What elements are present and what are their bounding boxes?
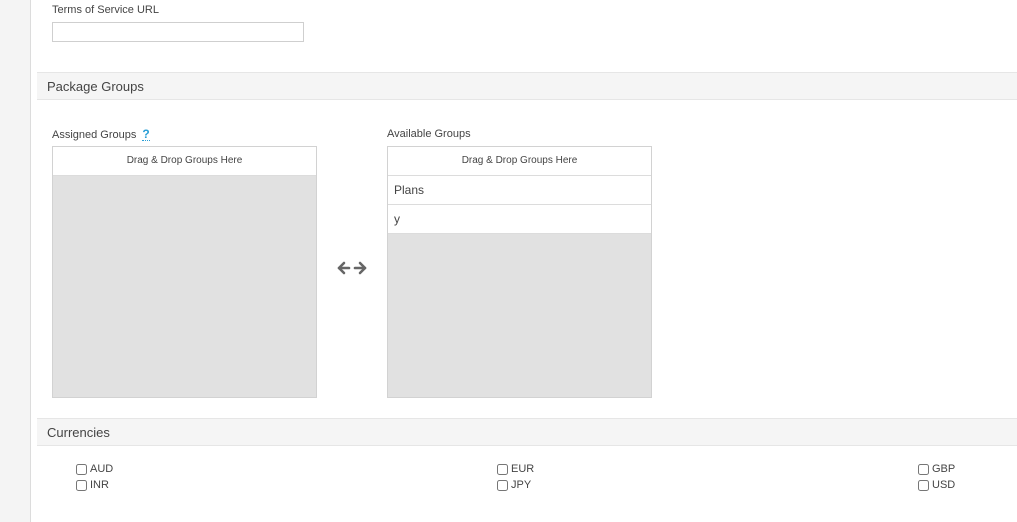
assigned-groups-dropzone[interactable]: Drag & Drop Groups Here: [52, 146, 317, 398]
currency-checkbox-gbp[interactable]: [918, 463, 929, 475]
currency-checkbox-aud[interactable]: [76, 463, 87, 475]
currency-checkbox-inr[interactable]: [76, 479, 87, 491]
assigned-groups-label-text: Assigned Groups: [52, 129, 137, 141]
left-rail: [0, 0, 31, 522]
terms-of-service-url-input[interactable]: [52, 22, 304, 42]
currencies-section-header: Currencies: [37, 418, 1017, 446]
currency-label-eur: EUR: [511, 463, 535, 475]
help-icon[interactable]: ?: [142, 128, 150, 141]
currency-label-jpy: JPY: [511, 479, 532, 491]
currency-option-eur[interactable]: EUR: [497, 463, 534, 475]
currency-label-inr: INR: [90, 479, 109, 491]
group-item-y[interactable]: y: [388, 205, 651, 234]
currencies-title: Currencies: [47, 425, 110, 440]
currency-option-gbp[interactable]: GBP: [918, 463, 955, 475]
assigned-drop-hint: Drag & Drop Groups Here: [53, 147, 316, 176]
currency-checkbox-eur[interactable]: [497, 463, 508, 475]
available-groups-dropzone[interactable]: Drag & Drop Groups Here Plans y: [387, 146, 652, 398]
currency-label-aud: AUD: [90, 463, 114, 475]
terms-of-service-label: Terms of Service URL: [52, 4, 159, 16]
package-groups-section-header: Package Groups: [37, 72, 1017, 100]
currency-option-usd[interactable]: USD: [918, 479, 955, 491]
available-groups-label: Available Groups: [387, 128, 471, 140]
currency-label-usd: USD: [932, 479, 956, 491]
currency-checkbox-usd[interactable]: [918, 479, 929, 491]
currency-option-inr[interactable]: INR: [76, 479, 109, 491]
currency-option-jpy[interactable]: JPY: [497, 479, 531, 491]
currency-option-aud[interactable]: AUD: [76, 463, 113, 475]
assigned-groups-label: Assigned Groups?: [52, 128, 150, 141]
currency-label-gbp: GBP: [932, 463, 956, 475]
currency-checkbox-jpy[interactable]: [497, 479, 508, 491]
group-item-plans[interactable]: Plans: [388, 176, 651, 205]
available-drop-hint: Drag & Drop Groups Here: [388, 147, 651, 176]
left-right-arrows-icon: [337, 261, 367, 275]
package-groups-title: Package Groups: [47, 79, 144, 94]
